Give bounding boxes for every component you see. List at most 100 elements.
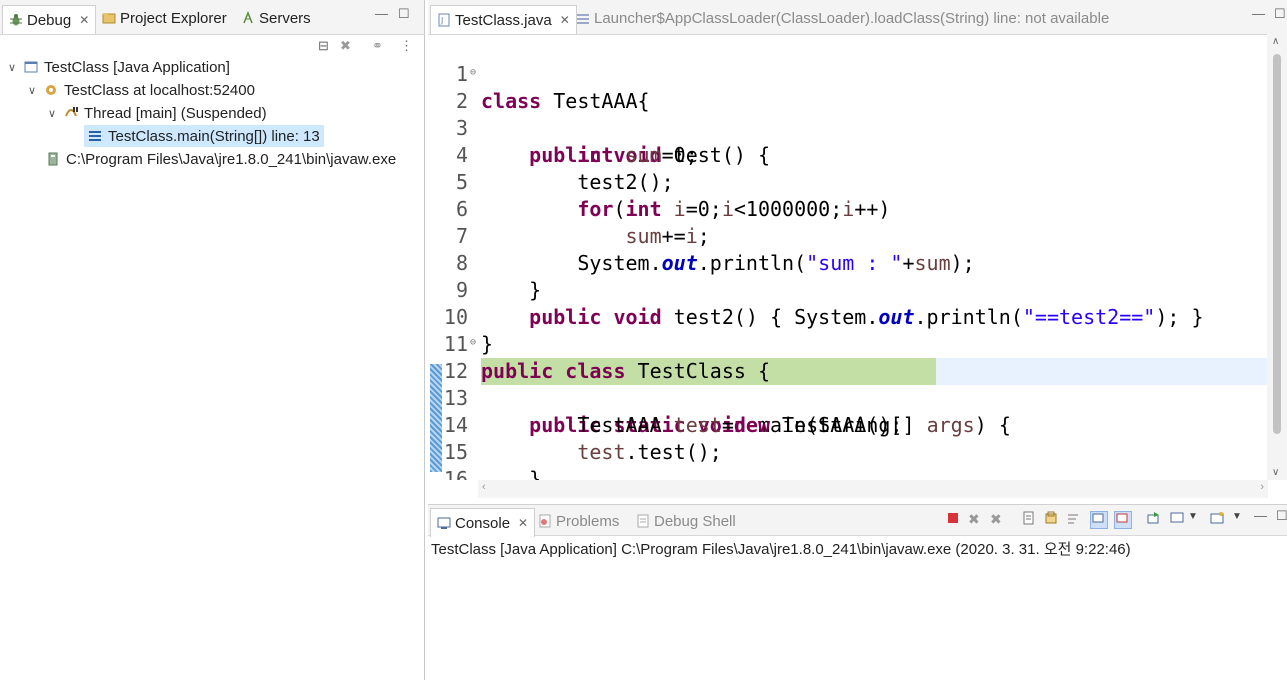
debug-tabbar: Debug ✕ Project Explorer Servers — ☐: [0, 0, 424, 35]
tab-label: Launcher$AppClassLoader(ClassLoader).loa…: [594, 9, 1110, 27]
tree-item-launch[interactable]: ∨ TestClass [Java Application]: [8, 56, 230, 78]
chevron-down-icon[interactable]: ▼: [1188, 511, 1204, 527]
scroll-thumb[interactable]: [1273, 54, 1281, 434]
terminate-icon[interactable]: [946, 511, 962, 527]
code-line: 9 public void test2() { System.out.print…: [428, 250, 1287, 329]
tree-item-thread[interactable]: ∨ Thread [main] (Suspended): [48, 102, 267, 124]
code-editor[interactable]: 1 class TestAAA{ 2 ⊖ public void test() …: [428, 34, 1287, 480]
fold-icon[interactable]: ⊖: [470, 329, 476, 356]
tab-project-explorer-label: Project Explorer: [120, 9, 227, 27]
tab-servers[interactable]: Servers: [241, 6, 311, 30]
word-wrap-icon[interactable]: [1066, 511, 1082, 527]
code-line: 1 class TestAAA{: [428, 34, 1287, 113]
show-on-output-icon[interactable]: [1090, 511, 1108, 529]
chevron-down-icon[interactable]: ▼: [1232, 511, 1248, 527]
code-line: 17: [428, 466, 1287, 480]
java-app-icon: [24, 60, 38, 74]
remove-all-terminated-icon[interactable]: ✖: [990, 511, 1006, 527]
svg-text:J: J: [440, 16, 443, 25]
minimize-icon[interactable]: —: [1254, 508, 1267, 523]
tab-label: Console: [455, 514, 511, 532]
code-line: 16 }: [428, 439, 1287, 480]
console-process-info: TestClass [Java Application] C:\Program …: [431, 541, 1131, 558]
remove-terminated-icon[interactable]: ✖: [340, 38, 351, 54]
code-line: 4 test2();: [428, 115, 1287, 194]
editor-tabbar: J TestClass.java ✕ Launcher$AppClassLoad…: [428, 0, 1287, 35]
code-line: 5 for(int i=0;i<1000000;i++): [428, 142, 1287, 221]
show-on-error-icon[interactable]: [1114, 511, 1132, 529]
pin-console-icon[interactable]: [1146, 511, 1162, 527]
tree-item-label: Thread [main] (Suspended): [84, 104, 267, 122]
chevron-left-icon[interactable]: ‹: [482, 481, 486, 493]
tab-console[interactable]: Console ✕: [430, 508, 536, 537]
thread-suspended-icon: [64, 106, 78, 120]
tree-item-stack-frame[interactable]: TestClass.main(String[]) line: 13: [84, 125, 324, 147]
tree-item-label: TestClass [Java Application]: [44, 58, 230, 76]
tree-item-label: TestClass at localhost:52400: [64, 81, 255, 99]
chevron-up-icon[interactable]: ∧: [1272, 36, 1279, 47]
tab-loadclass[interactable]: Launcher$AppClassLoader(ClassLoader).loa…: [576, 6, 1109, 30]
remove-launch-icon[interactable]: ✖: [968, 511, 984, 527]
editor-vertical-scrollbar[interactable]: ∧ ∨: [1267, 34, 1287, 480]
scroll-lock-icon[interactable]: [1044, 511, 1060, 527]
tab-project-explorer[interactable]: Project Explorer: [102, 6, 227, 30]
code-line: 15 }: [428, 412, 1287, 480]
minimize-icon[interactable]: —: [375, 6, 388, 21]
chevron-down-icon[interactable]: ∨: [8, 61, 18, 74]
close-icon[interactable]: ✕: [518, 516, 528, 530]
vm-icon: [44, 83, 58, 97]
view-menu-icon[interactable]: ⋮: [400, 38, 413, 54]
display-selected-console-icon[interactable]: [1170, 511, 1186, 527]
maximize-icon[interactable]: ☐: [398, 6, 410, 22]
maximize-icon[interactable]: ☐: [1276, 508, 1287, 524]
tab-label: TestClass.java: [455, 11, 552, 29]
code-line: 6 sum+=i;: [428, 169, 1287, 248]
tree-item-process[interactable]: C:\Program Files\Java\jre1.8.0_241\bin\j…: [46, 148, 396, 170]
tree-item-label: C:\Program Files\Java\jre1.8.0_241\bin\j…: [66, 150, 397, 168]
chevron-down-icon[interactable]: ∨: [28, 84, 38, 97]
code-line: 2 ⊖ public void test() {: [428, 59, 1287, 167]
console-panel: Console ✕ Problems Debug Shell ✖ ✖ ▼ ▼ —: [428, 504, 1287, 681]
tab-label: Problems: [556, 512, 620, 530]
chevron-down-icon[interactable]: ∨: [48, 107, 58, 120]
fold-icon[interactable]: ⊖: [470, 59, 476, 86]
tab-servers-label: Servers: [259, 9, 311, 27]
stack-frame-icon: [88, 129, 102, 143]
chevron-right-icon[interactable]: ›: [1260, 481, 1264, 493]
code-line: 11 public class TestClass {: [428, 304, 1287, 383]
tree-item-target[interactable]: ∨ TestClass at localhost:52400: [28, 79, 255, 101]
console-icon: [437, 516, 451, 530]
servers-icon: [241, 10, 255, 25]
link-icon[interactable]: ⚭: [372, 38, 383, 54]
code-line: 7 System.out.println("sum : "+sum);: [428, 196, 1287, 275]
maximize-icon[interactable]: ☐: [1274, 6, 1286, 22]
collapse-all-icon[interactable]: ⊟: [318, 38, 329, 54]
tab-testclass-java[interactable]: J TestClass.java ✕: [430, 5, 577, 34]
java-file-icon: J: [437, 13, 451, 27]
open-console-icon[interactable]: [1210, 511, 1226, 527]
code-line: 8 }: [428, 223, 1287, 302]
close-icon[interactable]: ✕: [560, 13, 570, 27]
code-line: 13 TestAAA test=new TestAAA();: [428, 358, 1287, 437]
clear-console-icon[interactable]: [1022, 511, 1038, 527]
selected-frame[interactable]: TestClass.main(String[]) line: 13: [84, 125, 324, 147]
process-icon: [46, 152, 60, 166]
debug-shell-icon: [636, 514, 650, 528]
chevron-down-icon[interactable]: ∨: [1272, 467, 1279, 478]
class-file-icon: [576, 11, 590, 25]
bug-icon: [9, 13, 23, 27]
code-line: 14 test.test();: [428, 385, 1287, 464]
close-icon[interactable]: ✕: [79, 13, 89, 27]
tab-debug-shell[interactable]: Debug Shell: [636, 509, 736, 533]
editor-panel: J TestClass.java ✕ Launcher$AppClassLoad…: [428, 0, 1287, 500]
console-tabbar: Console ✕ Problems Debug Shell ✖ ✖ ▼ ▼ —: [428, 505, 1287, 537]
tab-label: Debug Shell: [654, 512, 736, 530]
minimize-icon[interactable]: —: [1252, 6, 1265, 21]
tab-debug[interactable]: Debug ✕: [2, 5, 97, 34]
editor-horizontal-scrollbar[interactable]: ‹ ›: [478, 480, 1268, 498]
tab-debug-label: Debug: [27, 11, 72, 29]
code-line: 3 int sum=0;: [428, 88, 1287, 167]
debug-panel: Debug ✕ Project Explorer Servers — ☐ ⊟ ✖…: [0, 0, 425, 680]
code-line: 10 }: [428, 277, 1287, 356]
tab-problems[interactable]: Problems: [538, 509, 619, 533]
